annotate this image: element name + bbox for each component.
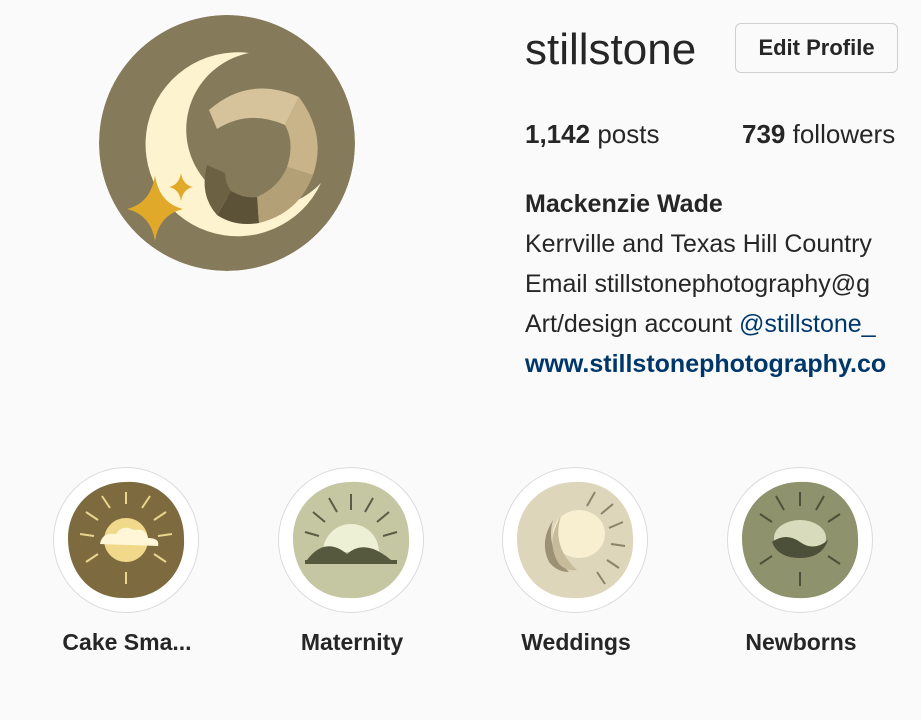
highlight-label: Weddings [521,629,631,655]
followers-count: 739 [742,119,786,149]
profile-bio: Mackenzie Wade Kerrville and Texas Hill … [525,184,921,384]
highlight-cake-smash[interactable]: Cake Sma... [53,467,203,655]
posts-label: posts [597,119,660,149]
sun-cloud-icon [68,481,185,599]
posts-count: 1,142 [525,119,591,149]
website-link[interactable]: www.stillstonephotography.co [525,344,921,384]
bio-line-art-account: Art/design account @stillstone_ [525,304,921,344]
highlight-maternity[interactable]: Maternity [278,467,428,655]
followers-label: followers [792,119,896,149]
highlight-ring [53,467,199,613]
followers-stat[interactable]: 739 followers [742,117,895,151]
sunrise-hills-icon [293,481,410,599]
username: stillstone [525,25,697,74]
sun-wave-icon [742,481,859,599]
highlight-ring [278,467,424,613]
highlight-label: Cake Sma... [62,629,192,655]
highlight-weddings[interactable]: Weddings [502,467,652,655]
posts-stat[interactable]: 1,142 posts [525,117,659,151]
full-name: Mackenzie Wade [525,190,723,218]
highlight-ring [727,467,873,613]
bio-line-email: Email stillstonephotography@g [525,270,871,298]
bio-line-art-prefix: Art/design account [525,310,740,338]
mention-link[interactable]: @stillstone_ [739,310,876,338]
highlight-label: Maternity [300,629,404,655]
highlight-newborns[interactable]: Newborns [727,467,877,655]
moon-shutter-logo-icon [99,15,355,271]
bio-line-location: Kerrville and Texas Hill Country [525,230,872,258]
edit-profile-button[interactable]: Edit Profile [735,23,898,73]
moon-rays-icon [517,481,634,599]
profile-avatar[interactable] [99,15,355,271]
highlight-label: Newborns [745,629,857,655]
highlight-ring [502,467,648,613]
